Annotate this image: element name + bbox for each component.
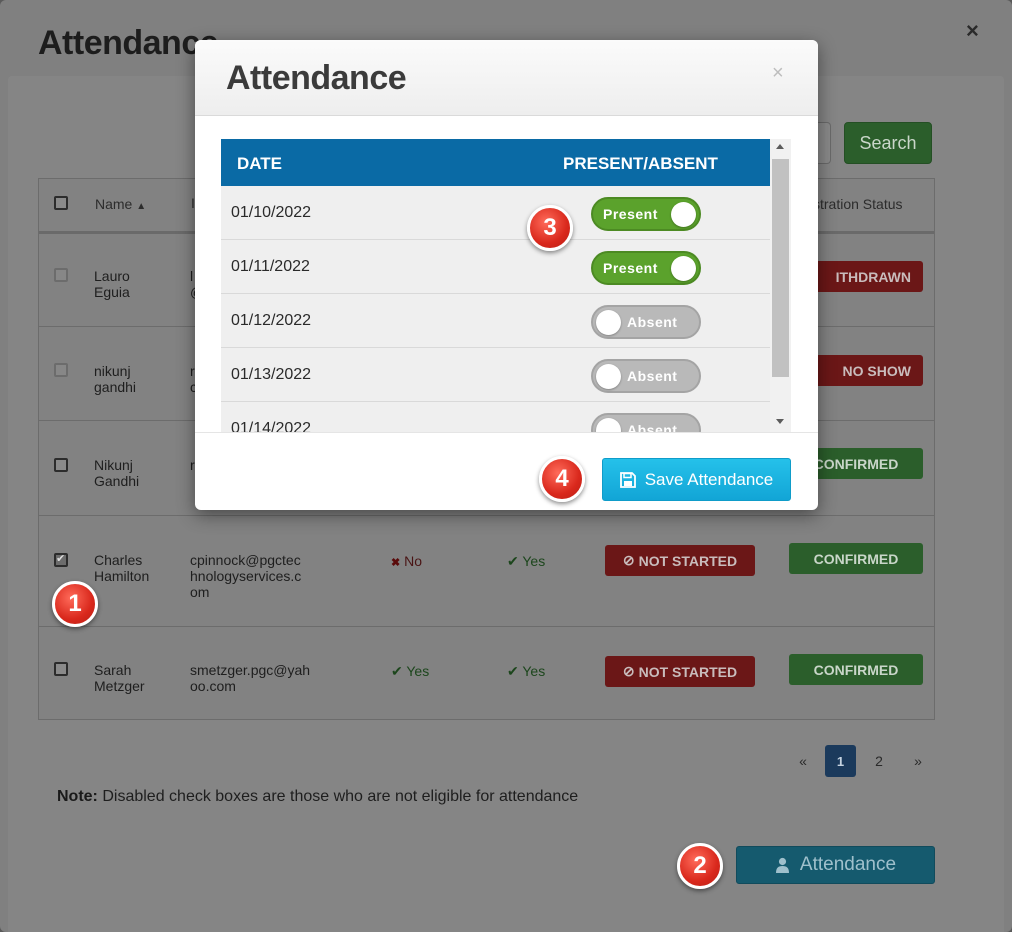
attendance-date: 01/11/2022 xyxy=(231,258,310,275)
modal-header: Attendance × xyxy=(195,40,818,116)
search-button[interactable]: Search xyxy=(844,122,932,164)
toggle-label: Absent xyxy=(627,314,678,330)
modal-title: Attendance xyxy=(226,59,407,97)
scroll-thumb[interactable] xyxy=(772,159,789,377)
sort-asc-icon: ▲ xyxy=(136,201,147,212)
row-checkbox[interactable] xyxy=(54,552,68,567)
registration-status-column-header: stration Status xyxy=(813,196,903,212)
cross-icon: ✖ xyxy=(391,557,401,569)
registrant-name: Nikunj Gandhi xyxy=(94,457,140,489)
attendance-row: 01/10/2022 Present xyxy=(221,186,770,240)
training-status-badge: ⊘ NOT STARTED xyxy=(605,656,755,687)
pagination-page-1[interactable]: 1 xyxy=(825,745,856,777)
registrant-name: Sarah Metzger xyxy=(94,662,145,694)
ban-icon: ⊘ xyxy=(622,552,635,568)
toggle-knob xyxy=(671,202,696,227)
attendance-toggle[interactable]: Absent xyxy=(591,359,701,393)
check-icon: ✔ xyxy=(391,663,403,679)
scroll-down-arrow-icon[interactable] xyxy=(776,419,784,424)
attendance-table-header: DATE PRESENT/ABSENT xyxy=(221,139,770,186)
attendance-row: 01/14/2022 Absent xyxy=(221,402,770,432)
attendance-row: 01/13/2022 Absent xyxy=(221,348,770,402)
modal-close-icon[interactable]: × xyxy=(772,62,784,85)
registrant-name: Lauro Eguia xyxy=(94,268,130,300)
attendance-toggle[interactable]: Absent xyxy=(591,413,701,432)
floppy-disk-icon xyxy=(619,471,636,488)
registration-status-badge: CONFIRMED xyxy=(789,543,923,574)
attendance-toggle[interactable]: Absent xyxy=(591,305,701,339)
attendance-scrollbar[interactable] xyxy=(770,139,791,432)
attendance-toggle[interactable]: Present xyxy=(591,197,701,231)
attendance-row: 01/12/2022 Absent xyxy=(221,294,770,348)
background-title: Attendance xyxy=(38,24,219,62)
toggle-label: Present xyxy=(603,260,658,276)
eligible-status: ✔ Yes xyxy=(507,553,546,569)
select-all-checkbox[interactable] xyxy=(54,196,68,210)
toggle-knob xyxy=(596,418,621,432)
save-attendance-button[interactable]: Save Attendance xyxy=(602,458,791,501)
row-checkbox[interactable] xyxy=(54,458,68,472)
row-checkbox[interactable] xyxy=(54,363,68,377)
registrant-email: smetzger.pgc@yah oo.com xyxy=(190,662,311,694)
toggle-knob xyxy=(596,310,621,335)
training-status-badge: ⊘ NOT STARTED xyxy=(605,545,755,576)
attendance-button[interactable]: Attendance xyxy=(736,846,935,884)
toggle-label: Absent xyxy=(627,368,678,384)
modal-footer-divider xyxy=(195,432,818,433)
toggle-knob xyxy=(596,364,621,389)
user-icon xyxy=(775,857,789,873)
background-close-icon[interactable]: × xyxy=(966,18,979,44)
ban-icon: ⊘ xyxy=(622,663,635,679)
toggle-label: Absent xyxy=(627,422,678,432)
check-icon: ✔ xyxy=(507,663,519,679)
toggle-label: Present xyxy=(603,206,658,222)
registrant-name: nikunj gandhi xyxy=(94,363,137,395)
attendance-row: 01/11/2022 Present xyxy=(221,240,770,294)
pagination-prev[interactable]: « xyxy=(790,745,816,777)
callout-step-3: 3 xyxy=(527,205,573,251)
date-column-header: DATE xyxy=(237,154,283,173)
attendance-modal: Attendance × DATE PRESENT/ABSENT 01/10/2… xyxy=(195,40,818,510)
callout-step-1: 1 xyxy=(52,581,98,627)
registration-status-badge: NO SHOW xyxy=(813,355,923,386)
table-row: Sarah Metzger smetzger.pgc@yah oo.com ✔ … xyxy=(39,627,934,721)
attendance-date: 01/14/2022 xyxy=(231,420,312,432)
attendance-date: 01/13/2022 xyxy=(231,366,312,383)
eligible-status: ✔ Yes xyxy=(507,663,546,679)
row-checkbox[interactable] xyxy=(54,662,68,676)
attendance-dates-table: DATE PRESENT/ABSENT 01/10/2022 Present 0… xyxy=(221,139,791,432)
check-icon: ✔ xyxy=(507,553,519,569)
registration-status-badge: CONFIRMED xyxy=(789,654,923,685)
pagination-page-2[interactable]: 2 xyxy=(866,745,892,777)
registration-status-badge: ITHDRAWN xyxy=(813,261,923,292)
attended-status: ✔ Yes xyxy=(391,663,430,679)
callout-step-2: 2 xyxy=(677,843,723,889)
row-checkbox[interactable] xyxy=(54,268,68,282)
present-absent-column-header: PRESENT/ABSENT xyxy=(563,154,718,173)
registrant-email: cpinnock@pgctec hnologyservices.c om xyxy=(190,552,302,600)
toggle-knob xyxy=(671,256,696,281)
eligibility-note: Note: Disabled check boxes are those who… xyxy=(57,788,579,805)
callout-step-4: 4 xyxy=(539,456,585,502)
registrant-name: Charles Hamilton xyxy=(94,552,150,584)
scroll-up-arrow-icon[interactable] xyxy=(776,144,784,149)
table-row: Charles Hamilton cpinnock@pgctec hnology… xyxy=(39,516,934,627)
attendance-date: 01/10/2022 xyxy=(231,204,312,221)
attendance-toggle[interactable]: Present xyxy=(591,251,701,285)
attended-status: ✖ No xyxy=(391,553,423,569)
attendance-date: 01/12/2022 xyxy=(231,312,312,329)
pagination-next[interactable]: » xyxy=(905,745,931,777)
name-column-header[interactable]: Name ▲ xyxy=(95,196,146,212)
